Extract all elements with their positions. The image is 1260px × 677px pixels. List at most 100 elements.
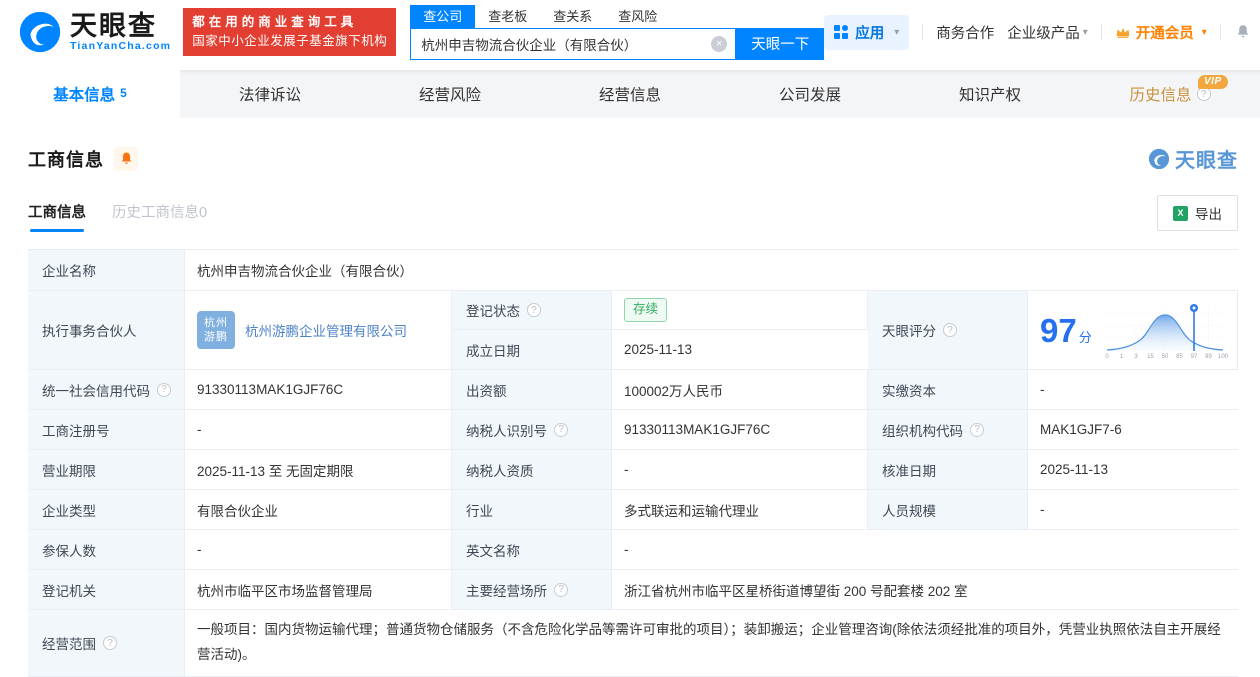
- tab-legal-proceedings[interactable]: 法律诉讼: [180, 70, 360, 118]
- menu-cooperation[interactable]: 商务合作: [936, 22, 994, 43]
- company-type-label: 企业类型: [28, 490, 185, 529]
- reg-status-value: 存续: [612, 291, 868, 330]
- business-place-label: 主要经营场所 ?: [452, 570, 612, 609]
- help-icon[interactable]: ?: [970, 422, 984, 437]
- credit-code-value: 91330113MAK1GJF76C: [185, 370, 452, 409]
- help-icon[interactable]: ?: [157, 382, 171, 397]
- notification-bell-icon[interactable]: [1234, 23, 1252, 41]
- capital-label: 出资额: [452, 370, 612, 409]
- search-tab-risk[interactable]: 查风险: [605, 5, 670, 28]
- tab-history-info-label: 历史信息: [1129, 87, 1192, 104]
- search-button[interactable]: 天眼一下: [736, 27, 825, 60]
- business-term-label: 营业期限: [28, 450, 185, 489]
- clear-icon[interactable]: ×: [711, 35, 728, 52]
- search-tab-relation[interactable]: 查关系: [540, 5, 605, 28]
- reg-authority-value: 杭州市临平区市场监督管理局: [185, 570, 452, 609]
- business-scope-value: 一般项目：国内货物运输代理；普通货物仓储服务（不含危险化学品等需许可审批的项目）…: [197, 622, 1221, 662]
- org-code-label-text: 组织机构代码: [882, 423, 963, 439]
- tianyancha-logo[interactable]: 天眼查 TianYanCha.com: [18, 10, 171, 54]
- slogan-line2: 国家中小企业发展子基金旗下机构: [192, 34, 388, 48]
- svg-text:3: 3: [1134, 354, 1138, 360]
- tab-operation-info[interactable]: 经营信息: [540, 70, 720, 118]
- help-icon[interactable]: ?: [527, 303, 541, 317]
- company-name-value: 杭州申吉物流合伙企业（有限合伙）: [197, 264, 413, 279]
- svg-text:85: 85: [1176, 354, 1183, 360]
- announcement-chip[interactable]: [114, 146, 138, 171]
- top-header: 天眼查 TianYanCha.com 都在用的商业查询工具 国家中小企业发展子基…: [0, 0, 1260, 70]
- table-row-credit-code: 统一社会信用代码 ? 91330113MAK1GJF76C 出资额 100002…: [28, 370, 1238, 410]
- partner-company-link[interactable]: 杭州游鹏企业管理有限公司: [245, 320, 407, 340]
- enterprise-label: 企业级产品: [1007, 25, 1080, 42]
- avatar-line2: 游鹏: [204, 331, 228, 343]
- business-place-label-text: 主要经营场所: [466, 583, 547, 599]
- search-tab-company[interactable]: 查公司: [410, 4, 476, 28]
- org-code-label: 组织机构代码 ?: [868, 410, 1028, 449]
- tab-intellectual-property[interactable]: 知识产权: [900, 70, 1080, 118]
- taxpayer-id-value: 91330113MAK1GJF76C: [612, 410, 868, 449]
- subtab-history-business-info[interactable]: 历史工商信息0: [112, 201, 207, 232]
- tianyancha-logo-icon: [19, 11, 61, 53]
- help-icon[interactable]: ?: [554, 422, 568, 437]
- search-tabs: 查公司 查老板 查关系 查风险: [410, 4, 824, 28]
- subtab-business-info[interactable]: 工商信息: [28, 201, 86, 232]
- apps-label: 应用: [855, 25, 885, 42]
- svg-text:15: 15: [1147, 354, 1154, 360]
- score-distribution-chart: 0 1 3 15 50 85 97 99 100: [1105, 304, 1229, 360]
- help-icon[interactable]: ?: [554, 582, 568, 597]
- export-label: 导出: [1195, 207, 1222, 222]
- company-type-value: 有限合伙企业: [185, 490, 452, 529]
- est-date-value: 2025-11-13: [624, 342, 693, 357]
- tab-basic-info-count: 5: [120, 86, 127, 100]
- capital-value: 100002万人民币: [612, 370, 868, 409]
- tab-operation-risk[interactable]: 经营风险: [360, 70, 540, 118]
- english-name-label: 英文名称: [452, 530, 612, 569]
- table-row-company-name: 企业名称 杭州申吉物流合伙企业（有限合伙）: [28, 250, 1238, 291]
- crown-icon: [1116, 28, 1130, 38]
- divider: [1100, 24, 1102, 40]
- search-area: 查公司 查老板 查关系 查风险 × 天眼一下: [410, 4, 825, 60]
- caret-down-icon: ▾: [1082, 26, 1088, 38]
- reg-status-label-text: 登记状态: [466, 304, 520, 319]
- reg-number-label: 工商注册号: [28, 410, 185, 449]
- business-info-table: 企业名称 杭州申吉物流合伙企业（有限合伙） 执行事务合伙人 杭州 游鹏 杭州游鹏…: [28, 249, 1238, 677]
- open-vip-button[interactable]: 开通会员 ▾: [1115, 22, 1207, 43]
- approval-date-value: 2025-11-13: [1040, 462, 1109, 477]
- paid-capital-value: -: [1040, 382, 1045, 397]
- menu-enterprise-products[interactable]: 企业级产品 ▾: [1007, 22, 1088, 43]
- help-icon[interactable]: ?: [1196, 87, 1211, 101]
- partner-avatar[interactable]: 杭州 游鹏: [197, 311, 235, 349]
- svg-text:50: 50: [1162, 354, 1169, 360]
- table-row-reg-number: 工商注册号 - 纳税人识别号 ? 91330113MAK1GJF76C 组织机构…: [28, 410, 1238, 450]
- export-button[interactable]: X 导出: [1157, 195, 1238, 231]
- svg-text:97: 97: [1191, 354, 1198, 360]
- vip-label: 开通会员: [1135, 25, 1194, 42]
- section-title: 工商信息: [28, 149, 104, 170]
- tab-company-development[interactable]: 公司发展: [720, 70, 900, 118]
- tab-basic-info[interactable]: 基本信息 5: [0, 70, 180, 118]
- svg-text:1: 1: [1120, 354, 1124, 360]
- help-icon[interactable]: ?: [943, 323, 957, 337]
- apps-menu[interactable]: 应用 ▾: [824, 14, 910, 50]
- tab-history-info[interactable]: 历史信息 ? VIP: [1080, 70, 1260, 118]
- watermark-logo: 天眼查: [1148, 144, 1238, 173]
- announcement-bell-icon: [121, 152, 131, 164]
- partner-label: 执行事务合伙人: [28, 291, 185, 369]
- reg-number-value: -: [185, 410, 452, 449]
- score-label: 天眼评分 ?: [868, 291, 1028, 369]
- approval-date-label: 核准日期: [868, 450, 1028, 489]
- search-input-wrap: ×: [410, 27, 737, 60]
- business-term-value: 2025-11-13 至 无固定期限: [185, 450, 452, 489]
- taxpayer-quality-label: 纳税人资质: [452, 450, 612, 489]
- svg-text:0: 0: [1105, 354, 1109, 360]
- business-place-value: 浙江省杭州市临平区星桥街道博望街 200 号配套楼 202 室: [624, 583, 968, 599]
- taxpayer-quality-value: -: [612, 450, 868, 489]
- staff-size-value: -: [1040, 502, 1045, 517]
- est-date-label: 成立日期: [452, 330, 612, 369]
- search-tab-boss[interactable]: 查老板: [475, 5, 540, 28]
- search-input[interactable]: [411, 28, 736, 59]
- vip-badge: VIP: [1198, 75, 1228, 89]
- credit-code-label-text: 统一社会信用代码: [42, 383, 150, 399]
- staff-size-label: 人员规模: [868, 490, 1028, 529]
- slogan-line1: 都在用的商业查询工具: [192, 14, 358, 29]
- table-row-business-term: 营业期限 2025-11-13 至 无固定期限 纳税人资质 - 核准日期 202…: [28, 450, 1238, 490]
